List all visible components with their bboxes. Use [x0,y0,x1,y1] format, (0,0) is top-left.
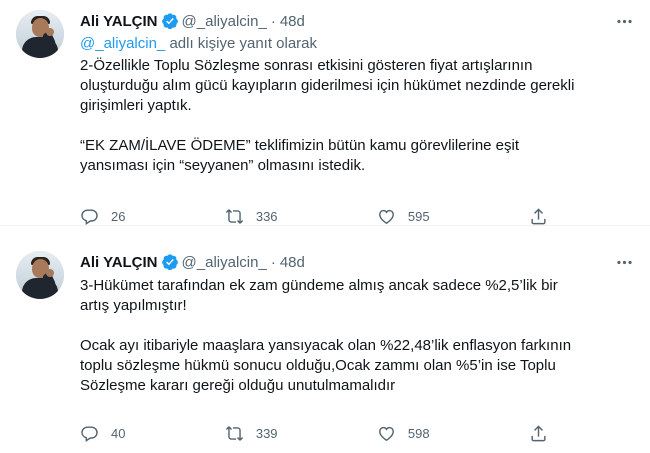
reply-context-text: adlı kişiye yanıt olarak [169,35,318,52]
reply-count: 26 [111,208,126,224]
author-name[interactable]: Ali YALÇIN [80,254,158,271]
like-button[interactable]: 595 [377,207,430,226]
share-icon [531,207,546,224]
retweet-count: 336 [255,208,278,224]
separator-dot: · [270,253,276,271]
reply-context: @_aliyalcin_ adlı kişiye yanıt olarak [80,34,634,54]
verified-badge-icon [161,254,178,271]
tweet-paragraph: 2-Özellikle Toplu Sözleşme sonrası etkis… [80,57,575,114]
tweet[interactable]: Ali YALÇIN @_aliyalcin_ · 48d @_aliyalci… [0,0,650,226]
retweet-button[interactable]: 336 [225,207,278,226]
avatar[interactable] [16,251,64,299]
more-icon[interactable] [615,12,634,31]
tweet-paragraph: 3-Hükümet tarafından ek zam gündeme almı… [80,277,558,314]
tweet-text: 2-Özellikle Toplu Sözleşme sonrası etkis… [80,56,634,176]
tweet-time[interactable]: 48d [280,254,305,271]
reply-icon [81,425,98,442]
author-handle[interactable]: @_aliyalcin_ [182,254,267,271]
tweet[interactable]: Ali YALÇIN @_aliyalcin_ · 48d 3-Hükümet … [0,226,650,453]
retweet-icon [225,425,243,441]
reply-count: 40 [111,425,126,441]
like-count: 598 [407,425,430,441]
author-handle[interactable]: @_aliyalcin_ [182,13,267,30]
reply-mention-link[interactable]: @_aliyalcin_ [80,35,165,52]
more-icon[interactable] [615,253,634,272]
retweet-count: 339 [255,425,278,441]
tweet-paragraph: Ocak ayı itibariyle maaşlara yansıyacak … [80,337,572,394]
reply-button[interactable]: 26 [80,207,125,226]
avatar[interactable] [16,10,64,58]
reply-icon [81,208,98,225]
reply-button[interactable]: 40 [80,424,125,443]
tweet-actions: 40 339 598 [80,423,560,443]
tweet-paragraph: “EK ZAM/İLAVE ÖDEME” teklifimizin bütün … [80,137,520,174]
like-icon [378,209,394,224]
tweet-time[interactable]: 48d [280,13,305,30]
retweet-icon [225,208,243,224]
like-count: 595 [407,208,430,224]
retweet-button[interactable]: 339 [225,424,278,443]
share-icon [531,424,546,441]
share-button[interactable] [529,207,560,226]
separator-dot: · [270,12,276,30]
like-button[interactable]: 598 [377,424,430,443]
verified-badge-icon [161,13,178,30]
tweet-actions: 26 336 595 [80,206,560,226]
author-name[interactable]: Ali YALÇIN [80,13,158,30]
tweet-text: 3-Hükümet tarafından ek zam gündeme almı… [80,276,634,396]
share-button[interactable] [529,424,560,443]
like-icon [378,426,394,441]
